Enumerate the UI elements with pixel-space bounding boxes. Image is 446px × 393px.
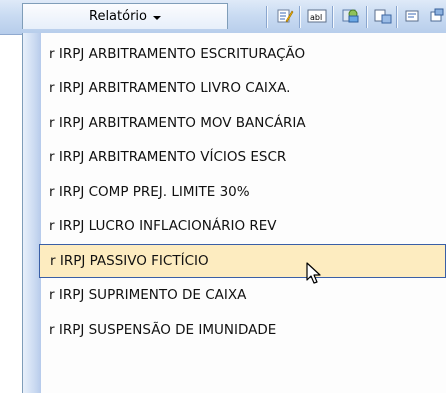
- toolbar: Relatório abl: [0, 0, 446, 35]
- command-button-icon[interactable]: [372, 5, 394, 27]
- report-dropdown-label: Relatório: [89, 9, 147, 24]
- menu-item[interactable]: r IRPJ ARBITRAMENTO MOV BANCÁRIA: [47, 106, 440, 140]
- menu-item-label: r IRPJ PASSIVO FICTÍCIO: [50, 252, 209, 269]
- toolbar-separator: [396, 6, 397, 28]
- add-object-icon[interactable]: [426, 5, 446, 27]
- menu-item[interactable]: r IRPJ ARBITRAMENTO LIVRO CAIXA.: [47, 71, 440, 105]
- toolbar-separator: [266, 6, 267, 28]
- menu-item-label: r IRPJ ARBITRAMENTO LIVRO CAIXA.: [49, 80, 291, 97]
- menu-item-label: r IRPJ ARBITRAMENTO MOV BANCÁRIA: [49, 114, 306, 131]
- menu-item-highlighted[interactable]: r IRPJ PASSIVO FICTÍCIO: [39, 243, 446, 278]
- form-object-icon[interactable]: [340, 5, 362, 27]
- menu-item[interactable]: r IRPJ COMP PREJ. LIMITE 30%: [47, 175, 440, 209]
- report-dropdown-button[interactable]: Relatório: [22, 3, 228, 29]
- chevron-down-icon: [153, 15, 161, 20]
- svg-text:abl: abl: [310, 13, 322, 22]
- menu-item-label: r IRPJ ARBITRAMENTO VÍCIOS ESCR: [49, 149, 287, 166]
- menu-list: r IRPJ ARBITRAMENTO ESCRITURAÇÃO r IRPJ …: [23, 37, 446, 347]
- menu-item-label: r IRPJ SUPRIMENTO DE CAIXA: [49, 287, 247, 304]
- control-wizard-icon[interactable]: [402, 5, 424, 27]
- menu-item-label: r IRPJ LUCRO INFLACIONÁRIO REV: [49, 218, 277, 235]
- menu-item-label: r IRPJ SUSPENSÃO DE IMUNIDADE: [49, 321, 277, 338]
- toolbar-separator: [299, 6, 300, 28]
- menu-item[interactable]: r IRPJ LUCRO INFLACIONÁRIO REV: [47, 209, 440, 243]
- report-menu: r IRPJ ARBITRAMENTO ESCRITURAÇÃO r IRPJ …: [22, 33, 446, 393]
- toolbar-separator: [332, 6, 333, 28]
- menu-item[interactable]: r IRPJ ARBITRAMENTO ESCRITURAÇÃO: [47, 37, 440, 71]
- menu-item[interactable]: r IRPJ ARBITRAMENTO VÍCIOS ESCR: [47, 140, 440, 174]
- menu-item[interactable]: r IRPJ SUSPENSÃO DE IMUNIDADE: [47, 313, 440, 347]
- text-field-icon[interactable]: abl: [306, 5, 328, 27]
- mouse-pointer-icon: [306, 262, 322, 290]
- menu-item-label: r IRPJ COMP PREJ. LIMITE 30%: [49, 183, 250, 200]
- toolbar-separator: [366, 6, 367, 28]
- edit-icon[interactable]: [274, 5, 296, 27]
- menu-item-label: r IRPJ ARBITRAMENTO ESCRITURAÇÃO: [49, 46, 306, 62]
- menu-item[interactable]: r IRPJ SUPRIMENTO DE CAIXA: [47, 278, 440, 312]
